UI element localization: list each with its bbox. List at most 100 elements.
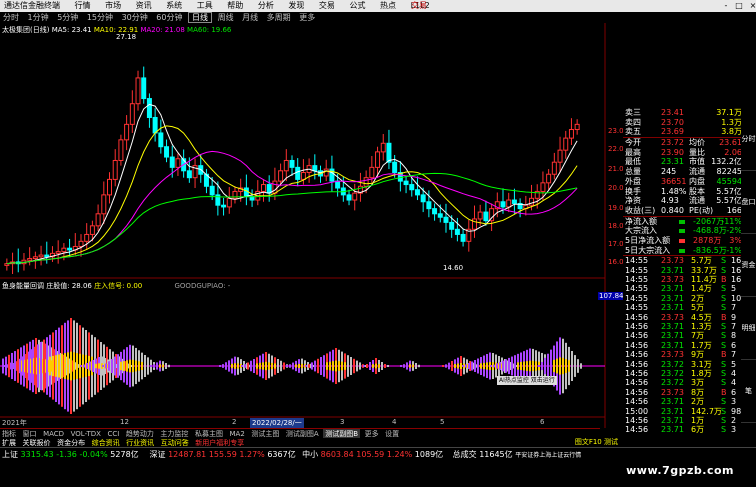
candle-body: [101, 194, 107, 215]
tick-row: 14:55 23.71 5万 S 7: [623, 303, 756, 312]
fish-bar: [83, 364, 85, 368]
menu-item-news[interactable]: 资讯: [130, 0, 158, 12]
flow-row: 净流入额 -2067万 -11%: [623, 217, 756, 227]
fish-core: [483, 362, 485, 370]
side-tab-intraday[interactable]: 分时: [741, 108, 756, 171]
fish-bar: [366, 364, 368, 368]
fish-core: [126, 360, 128, 372]
fish-bar: [359, 362, 361, 370]
stat-label: 股本: [689, 186, 705, 196]
subtab-fund-dist[interactable]: 资金分布: [55, 439, 87, 447]
tick-volume: 2万: [691, 293, 705, 303]
tick-count: 8: [731, 331, 737, 341]
candle-body: [551, 161, 557, 175]
subtab-f10[interactable]: 图文F10 测试: [573, 438, 620, 447]
fish-bar: [43, 339, 45, 393]
tf-intraday[interactable]: 分时: [0, 12, 22, 23]
tf-multi[interactable]: 多周期: [264, 12, 294, 23]
tick-time: 14:55: [625, 293, 649, 303]
tf-more[interactable]: 更多: [296, 12, 318, 23]
fish-bar: [92, 360, 94, 372]
fish-bar: [544, 357, 546, 375]
stat-label: 总量: [625, 167, 641, 177]
menu-item-formula[interactable]: 公式: [343, 0, 371, 12]
fish-bar: [250, 360, 252, 372]
tf-weekly[interactable]: 周线: [215, 12, 237, 23]
candle-body: [352, 192, 358, 201]
candle-body: [84, 233, 90, 242]
fish-core: [98, 363, 100, 369]
subtab-related[interactable]: 关联报价: [21, 439, 53, 447]
fish-core: [61, 353, 63, 379]
menu-item-system[interactable]: 系统: [160, 0, 188, 12]
menu-item-trade[interactable]: 交易: [313, 0, 341, 12]
trade-brand-label[interactable]: 交易: [405, 0, 433, 12]
candle-body: [557, 149, 563, 163]
menu-item-tools[interactable]: 工具: [191, 0, 219, 12]
fish-bar: [144, 355, 146, 377]
candle-body: [32, 256, 38, 260]
tick-time: 14:56: [625, 331, 649, 341]
tick-side: S: [721, 265, 727, 275]
close-icon[interactable]: ×: [742, 0, 756, 12]
fish-bar: [37, 344, 39, 388]
candle-body: [409, 184, 415, 191]
candle-body: [226, 197, 232, 208]
tf-15min[interactable]: 15分钟: [84, 12, 116, 23]
tf-60min[interactable]: 60分钟: [153, 12, 185, 23]
fish-core: [259, 362, 261, 370]
fish-core: [67, 352, 69, 380]
menu-item-discover[interactable]: 发现: [282, 0, 310, 12]
side-tab-funds[interactable]: 资金: [741, 234, 756, 297]
fish-bar: [280, 360, 282, 372]
ask-row[interactable]: 卖三 23.41 37.1万: [623, 108, 756, 118]
fish-bar: [10, 365, 12, 367]
subtab-expand[interactable]: 扩展: [0, 439, 18, 447]
fish-bar: [228, 360, 230, 372]
stat-value: 1.48%: [661, 186, 687, 196]
tf-1min[interactable]: 1分钟: [25, 12, 52, 23]
menu-item-analysis[interactable]: 分析: [252, 0, 280, 12]
fish-bar: [19, 358, 21, 374]
kline-chart[interactable]: [0, 23, 623, 428]
candle-body: [437, 213, 443, 218]
fish-bar: [308, 364, 310, 368]
candle-body: [471, 218, 477, 230]
tick-price: 23.73: [661, 387, 684, 397]
tf-30min[interactable]: 30分钟: [119, 12, 151, 23]
ask-row[interactable]: 卖四 23.70 1.3万: [623, 118, 756, 128]
tf-daily[interactable]: 日线: [188, 12, 213, 23]
fish-core: [372, 364, 374, 368]
menu-item-quotes[interactable]: 行情: [69, 0, 97, 12]
candle-body: [112, 159, 118, 180]
ask-row[interactable]: 卖五 23.69 3.8万: [623, 127, 756, 137]
flow-value: -2067万: [693, 216, 725, 226]
subtab-qa[interactable]: 互动问答: [159, 439, 191, 447]
menu-item-help[interactable]: 帮助: [221, 0, 249, 12]
indicator-value-3: GOODGUPIAO: -: [174, 282, 231, 290]
fish-bar: [247, 362, 249, 370]
flow-bar: [679, 219, 685, 224]
ai-tooltip[interactable]: AI热点监控 双击运行: [497, 376, 557, 385]
menu-item-hot[interactable]: 热点: [374, 0, 402, 12]
subtab-newuser[interactable]: 新用户福利专享: [193, 439, 246, 447]
flow-label: 5日大宗流入: [625, 245, 671, 255]
stat-value: 45594: [716, 176, 742, 186]
tick-volume: 7万: [691, 331, 705, 341]
side-tab-orderbook[interactable]: 盘口: [741, 171, 756, 234]
side-tab-detail[interactable]: 明细: [741, 297, 756, 360]
stock-name: 太极集团(日线): [2, 26, 50, 34]
app-logo: 通达信金融终端: [4, 1, 60, 10]
tf-5min[interactable]: 5分钟: [54, 12, 81, 23]
tick-price: 23.71: [661, 406, 684, 416]
subtab-news[interactable]: 综合资讯: [90, 439, 122, 447]
fish-bar: [253, 359, 255, 373]
side-tab-ticks[interactable]: 笔: [741, 360, 756, 423]
tick-count: 4: [731, 378, 737, 388]
fish-core: [412, 364, 414, 368]
menu-item-market[interactable]: 市场: [99, 0, 127, 12]
subtab-industry[interactable]: 行业资讯: [124, 439, 156, 447]
candle-body: [335, 180, 341, 189]
fish-core: [454, 364, 456, 368]
tf-monthly[interactable]: 月线: [239, 12, 261, 23]
